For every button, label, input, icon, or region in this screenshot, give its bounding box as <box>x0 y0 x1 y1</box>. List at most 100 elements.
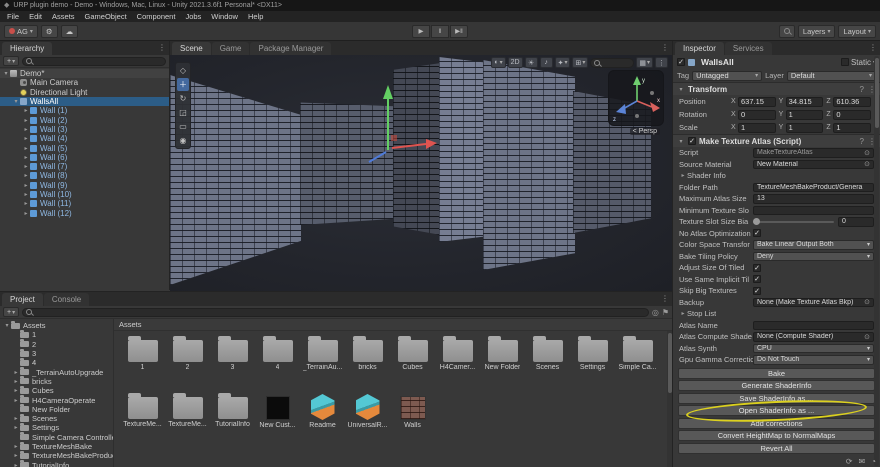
transform-position-y-input[interactable]: 34.815 <box>785 96 824 107</box>
menu-edit[interactable]: Edit <box>24 11 47 22</box>
inspector-scrollbar[interactable] <box>874 56 879 466</box>
create-object-button[interactable]: + ▾ <box>3 56 20 66</box>
message-icon[interactable]: ✉ <box>858 457 865 466</box>
expand-arrow-icon[interactable]: ▸ <box>12 397 20 404</box>
project-tree-item-texturemeshbake[interactable]: ▸ TextureMeshBake <box>0 441 113 451</box>
backup-object-field[interactable]: None (Make Texture Atlas Bkp) ⊙ <box>753 297 874 307</box>
revert-all-button[interactable]: Revert All <box>678 442 875 454</box>
expand-arrow-icon[interactable]: ▾ <box>12 98 20 105</box>
asset-item-4[interactable]: 4 <box>255 333 300 390</box>
asset-item-textureme[interactable]: TextureMe... <box>120 390 165 447</box>
project-tree-item-bricks[interactable]: ▸ bricks <box>0 376 113 386</box>
search-by-label-icon[interactable]: ⚑ <box>662 308 669 317</box>
expand-arrow-icon[interactable]: ▸ <box>22 182 30 189</box>
rotate-tool-button[interactable]: ↻ <box>177 92 189 105</box>
maximum-atlas-size-input[interactable]: 13 <box>753 194 874 204</box>
hierarchy-item-wall-2[interactable]: ▸ Wall (2) <box>0 115 169 125</box>
hierarchy-item-wall-1[interactable]: ▸ Wall (1) <box>0 106 169 115</box>
asset-item-h4camer[interactable]: H4Camer... <box>435 333 480 390</box>
audio-toggle-button[interactable]: ♪ <box>539 57 553 68</box>
layer-dropdown[interactable]: Default ▾ <box>786 70 876 81</box>
expand-arrow-icon[interactable]: ▸ <box>22 126 30 133</box>
atlas-name-input[interactable] <box>753 320 874 330</box>
search-by-type-icon[interactable]: ◎ <box>652 308 659 317</box>
expand-arrow-icon[interactable]: ▸ <box>22 191 30 198</box>
layout-dropdown[interactable]: Layout ▾ <box>838 24 876 38</box>
component-enabled-checkbox[interactable] <box>688 137 696 145</box>
account-dropdown[interactable]: AG ▾ <box>4 24 38 38</box>
asset-item-settings[interactable]: Settings <box>570 333 615 390</box>
menu-window[interactable]: Window <box>206 11 243 22</box>
tag-dropdown[interactable]: Untagged ▾ <box>692 70 763 81</box>
transform-scale-x-input[interactable]: 1 <box>738 122 776 133</box>
scale-tool-button[interactable]: ◲ <box>177 106 189 119</box>
tab-services[interactable]: Services <box>724 42 772 55</box>
hierarchy-item-wall-9[interactable]: ▸ Wall (9) <box>0 181 169 190</box>
slider-handle[interactable] <box>753 218 760 226</box>
project-scrollbar[interactable] <box>667 331 672 467</box>
panel-menu-icon[interactable]: ⋮ <box>661 294 669 303</box>
tab-game[interactable]: Game <box>211 42 250 55</box>
tab-scene[interactable]: Scene <box>172 42 211 55</box>
help-icon[interactable]: ? <box>860 137 864 146</box>
layers-dropdown[interactable]: Layers ▾ <box>797 24 836 38</box>
asset-item-new-folder[interactable]: New Folder <box>480 333 525 390</box>
create-asset-button[interactable]: + ▾ <box>3 307 20 317</box>
folder-path-input[interactable]: TextureMeshBakeProduct/Genera <box>753 182 874 192</box>
perspective-label[interactable]: < Persp <box>629 128 660 135</box>
project-tree-item-texturemeshbakeproduc[interactable]: ▸ TextureMeshBakeProduc <box>0 450 113 460</box>
hierarchy-item-wall-6[interactable]: ▸ Wall (6) <box>0 153 169 162</box>
transform-position-z-input[interactable]: 610.36 <box>833 96 872 107</box>
asset-item-scenes[interactable]: Scenes <box>525 333 570 390</box>
active-checkbox[interactable] <box>677 58 685 66</box>
project-tree-item-assets[interactable]: ▾ Assets <box>0 320 113 330</box>
hierarchy-item-wall-8[interactable]: ▸ Wall (8) <box>0 171 169 180</box>
transform-rotation-z-input[interactable]: 0 <box>833 109 872 120</box>
project-tree-item-new-folder[interactable]: New Folder <box>0 404 113 414</box>
project-tree-item-simple-camera-controller[interactable]: Simple Camera Controller <box>0 432 113 442</box>
expand-arrow-icon[interactable]: ▸ <box>12 415 20 422</box>
expand-arrow-icon[interactable]: ▸ <box>22 135 30 142</box>
move-tool-button[interactable]: ＋ <box>177 78 189 91</box>
orientation-gizmo[interactable]: y x z <box>608 70 664 126</box>
scene-search-input[interactable] <box>590 57 635 68</box>
tab-inspector[interactable]: Inspector <box>675 42 724 55</box>
atlas-synth-dropdown[interactable]: CPU ▾ <box>753 343 874 353</box>
asset-item-simple-ca[interactable]: Simple Ca... <box>615 333 660 390</box>
asset-item-textureme[interactable]: TextureMe... <box>165 390 210 447</box>
foldout-arrow-icon[interactable]: ▾ <box>677 86 685 93</box>
asset-item-new-cust[interactable]: New Cust... <box>255 390 300 447</box>
field-stop-list[interactable]: ▸ Stop List <box>673 308 880 320</box>
hierarchy-item-wall-7[interactable]: ▸ Wall (7) <box>0 162 169 171</box>
expand-arrow-icon[interactable]: ▸ <box>12 443 20 450</box>
effects-dropdown[interactable]: ✦ ▾ <box>554 57 571 68</box>
hierarchy-item-wall-10[interactable]: ▸ Wall (10) <box>0 190 169 199</box>
refresh-icon[interactable]: ⟳ <box>846 457 853 466</box>
grid-visibility-dropdown[interactable]: ⊞ ▾ <box>572 57 589 68</box>
overlay-menu-button[interactable]: ⋮ <box>655 57 668 68</box>
transform-scale-y-input[interactable]: 1 <box>785 122 824 133</box>
expand-arrow-icon[interactable]: ▾ <box>2 70 10 77</box>
asset-item-universalr[interactable]: UniversalR... <box>345 390 390 447</box>
help-icon[interactable]: ? <box>860 85 864 94</box>
adjust-size-of-tiled-checkbox[interactable] <box>753 263 761 272</box>
expand-arrow-icon[interactable]: ▸ <box>12 369 20 376</box>
open-shaderinfo-as-button[interactable]: Open ShaderInfo as ... <box>678 405 875 416</box>
scrollbar-thumb[interactable] <box>667 333 672 393</box>
panel-menu-icon[interactable]: ⋮ <box>158 43 166 52</box>
expand-arrow-icon[interactable]: ▸ <box>22 200 30 207</box>
play-button[interactable]: ▶ <box>412 24 430 38</box>
color-space-transfor-dropdown[interactable]: Bake Linear Output Both ▾ <box>753 240 874 250</box>
add-corrections-button[interactable]: Add corrections <box>678 417 875 429</box>
tab-project[interactable]: Project <box>2 293 43 306</box>
skip-big-textures-checkbox[interactable] <box>753 286 761 295</box>
static-checkbox[interactable] <box>840 58 849 66</box>
expand-arrow-icon[interactable]: ▸ <box>22 163 30 170</box>
transform-tool-button[interactable]: ◉ <box>177 134 189 147</box>
project-tree-item-4[interactable]: 4 <box>0 357 113 367</box>
scene-viewport[interactable]: ◇ ＋ ↻ ◲ ▭ ◉ ◐ ▾ 2D ☀ ♪ ✦ ▾ ⊞ ▾ ▦ ▾ ⋮ y x… <box>170 55 672 291</box>
hierarchy-item-demo[interactable]: ▾ Demo* <box>0 69 169 79</box>
lighting-toggle-button[interactable]: ☀ <box>524 57 538 68</box>
expand-arrow-icon[interactable]: ▸ <box>12 387 20 394</box>
script-object-field[interactable]: MakeTextureAtlas ⊙ <box>753 148 874 158</box>
